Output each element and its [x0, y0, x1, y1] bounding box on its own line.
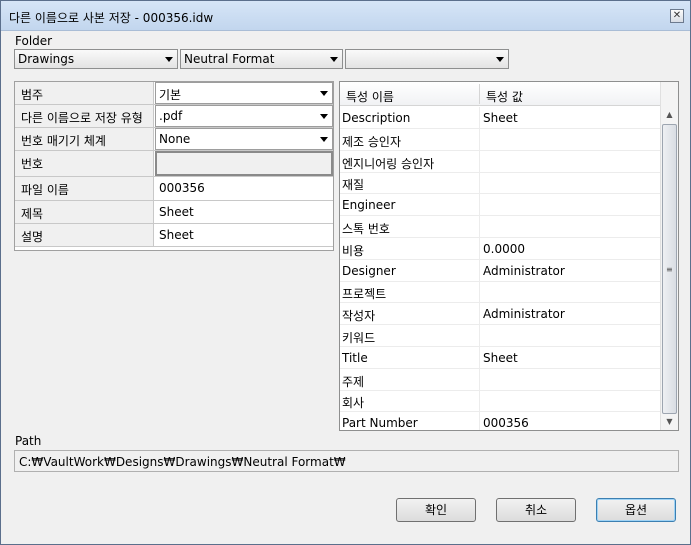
chevron-down-icon [320, 137, 328, 142]
property-name: 엔지니어링 승인자 [342, 156, 435, 171]
property-row[interactable]: 제조 승인자 [340, 128, 660, 151]
folder-combo-3[interactable] [345, 49, 509, 69]
chevron-down-icon [330, 57, 338, 62]
property-row[interactable]: 작성자 Administrator [340, 303, 660, 326]
path-label: Path [15, 434, 42, 448]
folder-combo-1-value: Drawings [18, 52, 75, 66]
property-row[interactable]: 재질 [340, 172, 660, 195]
grid-row-label: 설명 [21, 230, 44, 244]
property-name: 프로젝트 [342, 287, 387, 302]
property-value: 000356 [483, 416, 529, 431]
column-header-property-name[interactable]: 특성 이름 [346, 88, 394, 105]
grid-row-value: .pdf [159, 109, 183, 123]
grid-row-value: None [159, 132, 191, 146]
property-value: Sheet [483, 350, 518, 365]
property-name: 스톡 번호 [342, 222, 390, 236]
property-name: Part Number [342, 416, 418, 431]
path-field: C:₩VaultWork₩Designs₩Drawings₩Neutral Fo… [14, 450, 679, 472]
chevron-down-icon [496, 57, 504, 62]
title-bar[interactable]: 다른 이름으로 사본 저장 - 000356.idw ✕ [1, 1, 690, 31]
grid-row-value[interactable]: 000356 [159, 181, 205, 195]
scroll-thumb[interactable]: ≡ [662, 124, 677, 414]
property-value: Administrator [483, 307, 565, 322]
property-name: 회사 [342, 396, 365, 411]
save-copy-as-dialog: 다른 이름으로 사본 저장 - 000356.idw ✕ Folder Draw… [0, 0, 691, 545]
vertical-scrollbar[interactable]: ▲ ≡ ▼ [660, 82, 678, 430]
cancel-button[interactable]: 취소 [496, 498, 576, 522]
property-row[interactable]: 엔지니어링 승인자 [340, 150, 660, 173]
folder-combo-1[interactable]: Drawings [14, 49, 178, 69]
grid-row-combo[interactable]: .pdf [155, 105, 333, 127]
grid-row-value[interactable]: Sheet [159, 228, 194, 242]
ok-button[interactable]: 확인 [396, 498, 476, 522]
property-name: 작성자 [342, 309, 376, 324]
chevron-down-icon [320, 91, 328, 96]
property-name: 주제 [342, 374, 365, 389]
property-row[interactable]: Designer Administrator [340, 259, 660, 282]
property-value: 0.0000 [483, 241, 525, 256]
folder-combo-2-value: Neutral Format [184, 52, 275, 66]
column-header-property-value[interactable]: 특성 값 [486, 88, 523, 105]
properties-header: 특성 이름 특성 값 [340, 82, 660, 106]
property-name: 키워드 [342, 331, 376, 345]
scroll-up-icon[interactable]: ▲ [661, 106, 678, 123]
property-row[interactable]: 스톡 번호 [340, 216, 660, 238]
grid-row-combo[interactable]: None [155, 128, 333, 150]
grid-row-label: 번호 [21, 157, 44, 171]
property-row[interactable]: 주제 [340, 368, 660, 391]
grid-row-label: 제목 [21, 207, 44, 221]
window-title: 다른 이름으로 사본 저장 - 000356.idw [9, 11, 214, 25]
grid-row-label: 파일 이름 [21, 183, 69, 197]
grid-row: 파일 이름 000356 [15, 177, 333, 201]
property-row[interactable]: 회사 [340, 390, 660, 413]
property-name: 비용 [342, 243, 365, 258]
grid-row: 번호 매기기 체계 None [15, 128, 333, 151]
grid-row-value[interactable]: Sheet [159, 205, 194, 219]
property-value: Sheet [483, 111, 518, 125]
close-button[interactable]: ✕ [670, 9, 684, 23]
property-name: Designer [342, 263, 396, 278]
property-name: Description [342, 111, 411, 125]
property-row[interactable]: 키워드 [340, 325, 660, 347]
property-name: 제조 승인자 [342, 134, 402, 149]
chevron-down-icon [320, 114, 328, 119]
property-row[interactable]: 비용 0.0000 [340, 237, 660, 260]
folder-label: Folder [15, 34, 53, 48]
grid-row-label: 다른 이름으로 저장 유형 [21, 111, 143, 125]
grid-row-label: 번호 매기기 체계 [21, 134, 106, 148]
grid-row-label: 범주 [21, 88, 44, 102]
file-settings-grid: 범주 기본다른 이름으로 저장 유형 .pdf 번호 매기기 체계 None 번호파일 이… [14, 81, 334, 251]
number-field [155, 151, 333, 176]
properties-list[interactable]: 특성 이름 특성 값 Description Sheet 제조 승인자엔지니어링 승… [339, 81, 679, 431]
grid-row: 다른 이름으로 저장 유형 .pdf [15, 105, 333, 128]
options-button[interactable]: 옵션 [596, 498, 676, 522]
grip-icon: ≡ [666, 265, 673, 274]
chevron-down-icon [165, 57, 173, 62]
folder-combo-2[interactable]: Neutral Format [180, 49, 343, 69]
grid-row: 번호 [15, 151, 333, 177]
grid-row: 범주 기본 [15, 82, 333, 105]
property-row[interactable]: Description Sheet [340, 107, 660, 129]
property-row[interactable]: Engineer [340, 194, 660, 217]
property-name: Title [342, 350, 368, 365]
property-value: Administrator [483, 263, 565, 278]
property-row[interactable]: Title Sheet [340, 346, 660, 369]
grid-row: 설명 Sheet [15, 224, 333, 247]
property-row[interactable]: Part Number 000356 [340, 412, 660, 431]
grid-row-combo[interactable]: 기본 [155, 82, 333, 104]
grid-row: 제목 Sheet [15, 201, 333, 224]
close-icon: ✕ [672, 10, 682, 21]
property-name: 재질 [342, 178, 365, 193]
property-row[interactable]: 프로젝트 [340, 281, 660, 304]
path-value: C:₩VaultWork₩Designs₩Drawings₩Neutral Fo… [19, 455, 346, 469]
scroll-down-icon[interactable]: ▼ [661, 413, 678, 430]
property-name: Engineer [342, 198, 396, 213]
grid-row-value: 기본 [159, 88, 182, 102]
